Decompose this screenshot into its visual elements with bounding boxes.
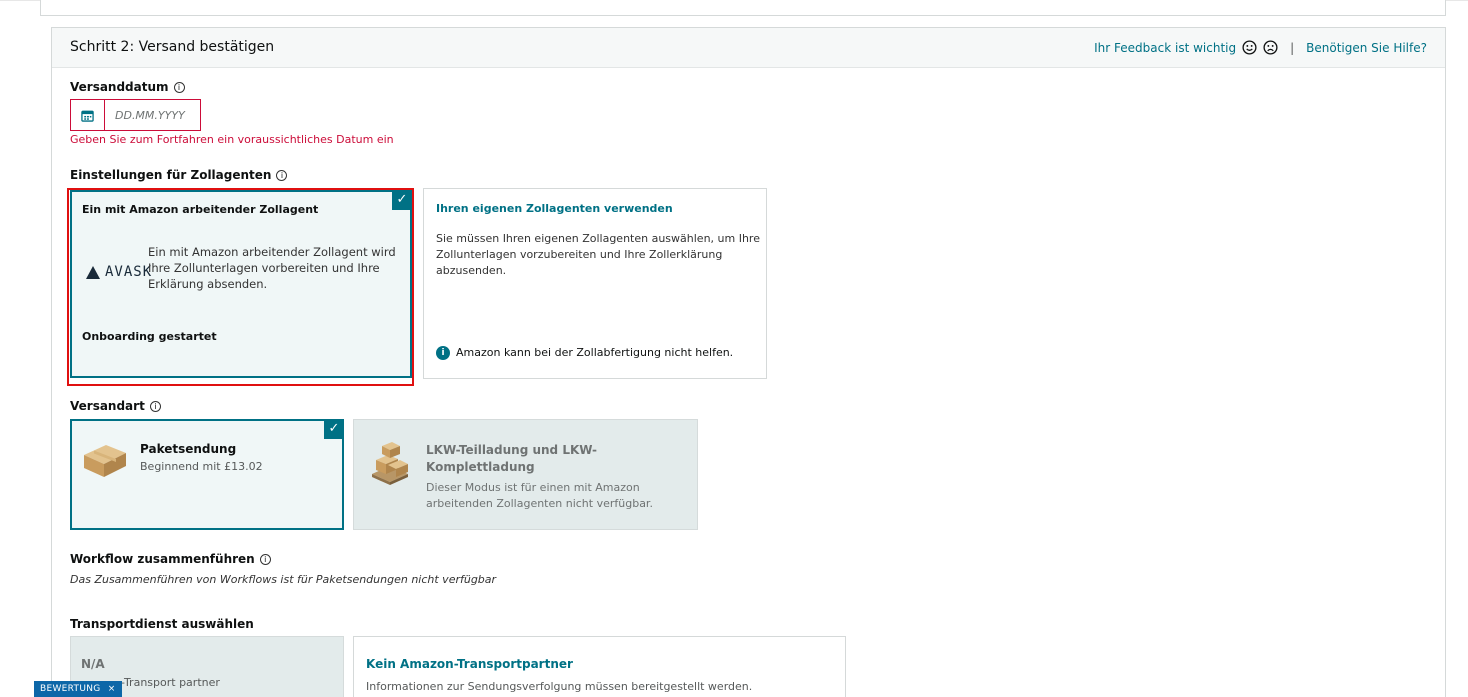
shipping-mode-title: LKW-Teilladung und LKW-Komplettladung [426,443,597,474]
box-icon [84,445,126,477]
transport-option-title: N/A [81,657,105,671]
frown-icon[interactable] [1263,40,1278,55]
ship-date-input[interactable]: DD.MM.YYYY [70,99,201,131]
page-title: Schritt 2: Versand bestätigen [70,39,275,55]
info-icon[interactable]: i [259,553,271,565]
transport-label-text: Transportdienst auswählen [70,617,254,631]
shipping-mode-label-text: Versandart [70,399,145,413]
workflow-label-text: Workflow zusammenführen [70,552,255,566]
shipping-mode-subtitle: Dieser Modus ist für einen mit Amazon ar… [426,481,653,510]
close-icon[interactable]: × [108,684,116,694]
shipping-mode-title: Paketsendung [140,442,237,456]
customs-option-note-text: Amazon kann bei der Zollabfertigung nich… [456,346,734,359]
header-separator: | [1290,40,1295,55]
info-icon: i [436,346,450,360]
shipping-mode-label: Versandart i [70,399,161,413]
highlight-outline [67,188,414,386]
customs-option-own-agent[interactable]: Ihren eigenen Zollagenten verwenden Sie … [423,188,767,379]
panel-header: Schritt 2: Versand bestätigen Ihr Feedba… [52,28,1445,68]
feedback-tab-label[interactable]: BEWERTUNG [40,684,101,694]
help-link[interactable]: Benötigen Sie Hilfe? [1306,41,1427,55]
shipping-mode-parcel[interactable]: ✓ Paketsendung Beginnend mit £13.02 [70,419,344,530]
customs-option-note: i Amazon kann bei der Zollabfertigung ni… [436,345,733,361]
shipping-mode-ltl-ftl[interactable]: LKW-Teilladung und LKW-Komplettladung Di… [353,419,698,530]
calendar-icon[interactable] [71,100,105,130]
feedback-tab[interactable]: BEWERTUNG × [34,681,122,697]
ship-date-label-text: Versanddatum [70,80,169,94]
workflow-label: Workflow zusammenführen i [70,552,271,566]
transport-option-title: Kein Amazon-Transportpartner [366,657,573,671]
ship-date-placeholder[interactable]: DD.MM.YYYY [105,109,185,122]
transport-option-subtitle: -Transport partner [121,676,220,689]
customs-option-description: Sie müssen Ihren eigenen Zollagenten aus… [436,232,760,277]
customs-label: Einstellungen für Zollagenten i [70,168,288,182]
transport-option-subtitle: Informationen zur Sendungsverfolgung müs… [366,680,753,693]
info-icon[interactable]: i [173,81,185,93]
info-icon[interactable]: i [276,169,288,181]
customs-label-text: Einstellungen für Zollagenten [70,168,272,182]
pallet-icon [372,442,408,485]
checkmark-icon: ✓ [324,419,344,439]
info-icon[interactable]: i [149,400,161,412]
workflow-note: Das Zusammenführen von Workflows ist für… [70,573,497,586]
transport-option-none[interactable]: Kein Amazon-Transportpartner Information… [353,636,846,697]
header-actions: Ihr Feedback ist wichtig | Benötigen Sie… [1094,40,1427,55]
ship-date-label: Versanddatum i [70,80,185,94]
customs-option-title: Ihren eigenen Zollagenten verwenden [436,202,673,215]
transport-label: Transportdienst auswählen [70,617,254,631]
ship-date-error: Geben Sie zum Fortfahren ein voraussicht… [70,133,394,146]
smiley-icon[interactable] [1242,40,1257,55]
previous-step-card [40,0,1446,16]
shipping-mode-subtitle: Beginnend mit £13.02 [140,460,263,473]
feedback-link[interactable]: Ihr Feedback ist wichtig [1094,41,1236,55]
